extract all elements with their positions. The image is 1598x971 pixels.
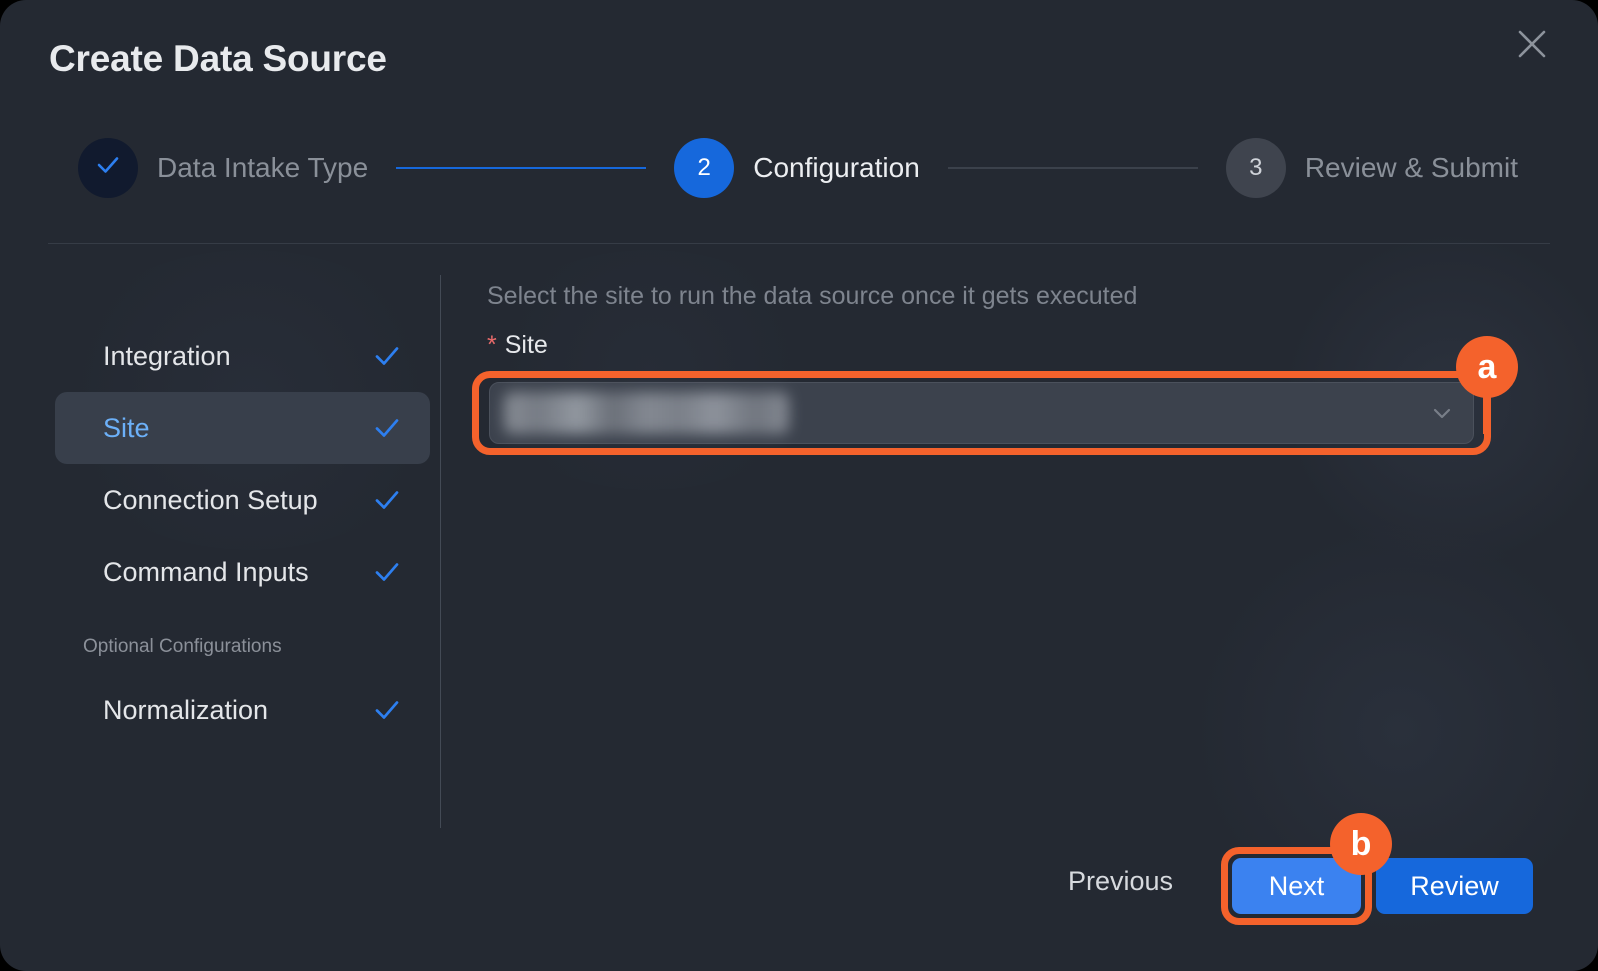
close-button[interactable] — [1510, 22, 1554, 66]
review-button[interactable]: Review — [1376, 858, 1533, 914]
close-icon — [1515, 27, 1549, 61]
step-connector-2 — [947, 167, 1198, 169]
step-2-label: Configuration — [753, 152, 920, 183]
panel-description: Select the site to run the data source o… — [487, 282, 1138, 310]
annotation-badge-b: b — [1330, 813, 1392, 875]
create-data-source-modal: Create Data Source Data Intake Type 2 Co… — [0, 0, 1598, 971]
check-icon — [372, 695, 402, 725]
sidebar-item-label: Normalization — [103, 694, 269, 725]
required-marker: * — [487, 331, 497, 359]
step-review-submit[interactable]: 3 Review & Submit — [1225, 138, 1518, 198]
optional-configurations-heading: Optional Configurations — [83, 636, 282, 657]
site-field-label: * Site — [487, 331, 1487, 360]
sidebar-item-label: Site — [103, 412, 150, 443]
check-icon — [372, 341, 402, 371]
site-selected-tag-redacted — [504, 392, 789, 434]
sidebar-item-normalization[interactable]: Normalization — [55, 674, 430, 746]
config-sidebar: Integration Site Connection Setup Comman… — [55, 320, 430, 746]
check-icon — [372, 557, 402, 587]
site-select[interactable] — [489, 382, 1474, 444]
chevron-down-icon — [1429, 400, 1455, 426]
check-icon — [94, 151, 122, 186]
previous-button[interactable]: Previous — [1068, 866, 1173, 897]
sidebar-item-integration[interactable]: Integration — [55, 320, 430, 392]
sidebar-item-connection-setup[interactable]: Connection Setup — [55, 464, 430, 536]
step-2-circle: 2 — [674, 138, 735, 198]
sidebar-item-label: Integration — [103, 340, 231, 371]
step-3-label: Review & Submit — [1304, 152, 1518, 183]
step-configuration[interactable]: 2 Configuration — [674, 138, 920, 198]
sidebar-item-label: Command Inputs — [103, 556, 309, 587]
sidebar-item-command-inputs[interactable]: Command Inputs — [55, 536, 430, 608]
step-3-circle: 3 — [1225, 138, 1286, 198]
configuration-panel: Select the site to run the data source o… — [487, 282, 1487, 360]
step-connector-1 — [396, 167, 647, 169]
wizard-stepper: Data Intake Type 2 Configuration 3 Revie… — [78, 138, 1518, 198]
step-data-intake-type[interactable]: Data Intake Type — [78, 138, 368, 198]
sidebar-item-label: Connection Setup — [103, 484, 318, 515]
annotation-badge-a: a — [1456, 336, 1518, 398]
check-icon — [372, 485, 402, 515]
site-field-label-text: Site — [504, 331, 548, 359]
header-divider — [48, 243, 1550, 244]
content-divider — [440, 275, 441, 828]
sidebar-item-site[interactable]: Site — [55, 392, 430, 464]
step-1-label: Data Intake Type — [157, 152, 369, 183]
check-icon — [372, 413, 402, 443]
step-1-circle — [78, 138, 138, 198]
modal-title: Create Data Source — [49, 38, 387, 79]
